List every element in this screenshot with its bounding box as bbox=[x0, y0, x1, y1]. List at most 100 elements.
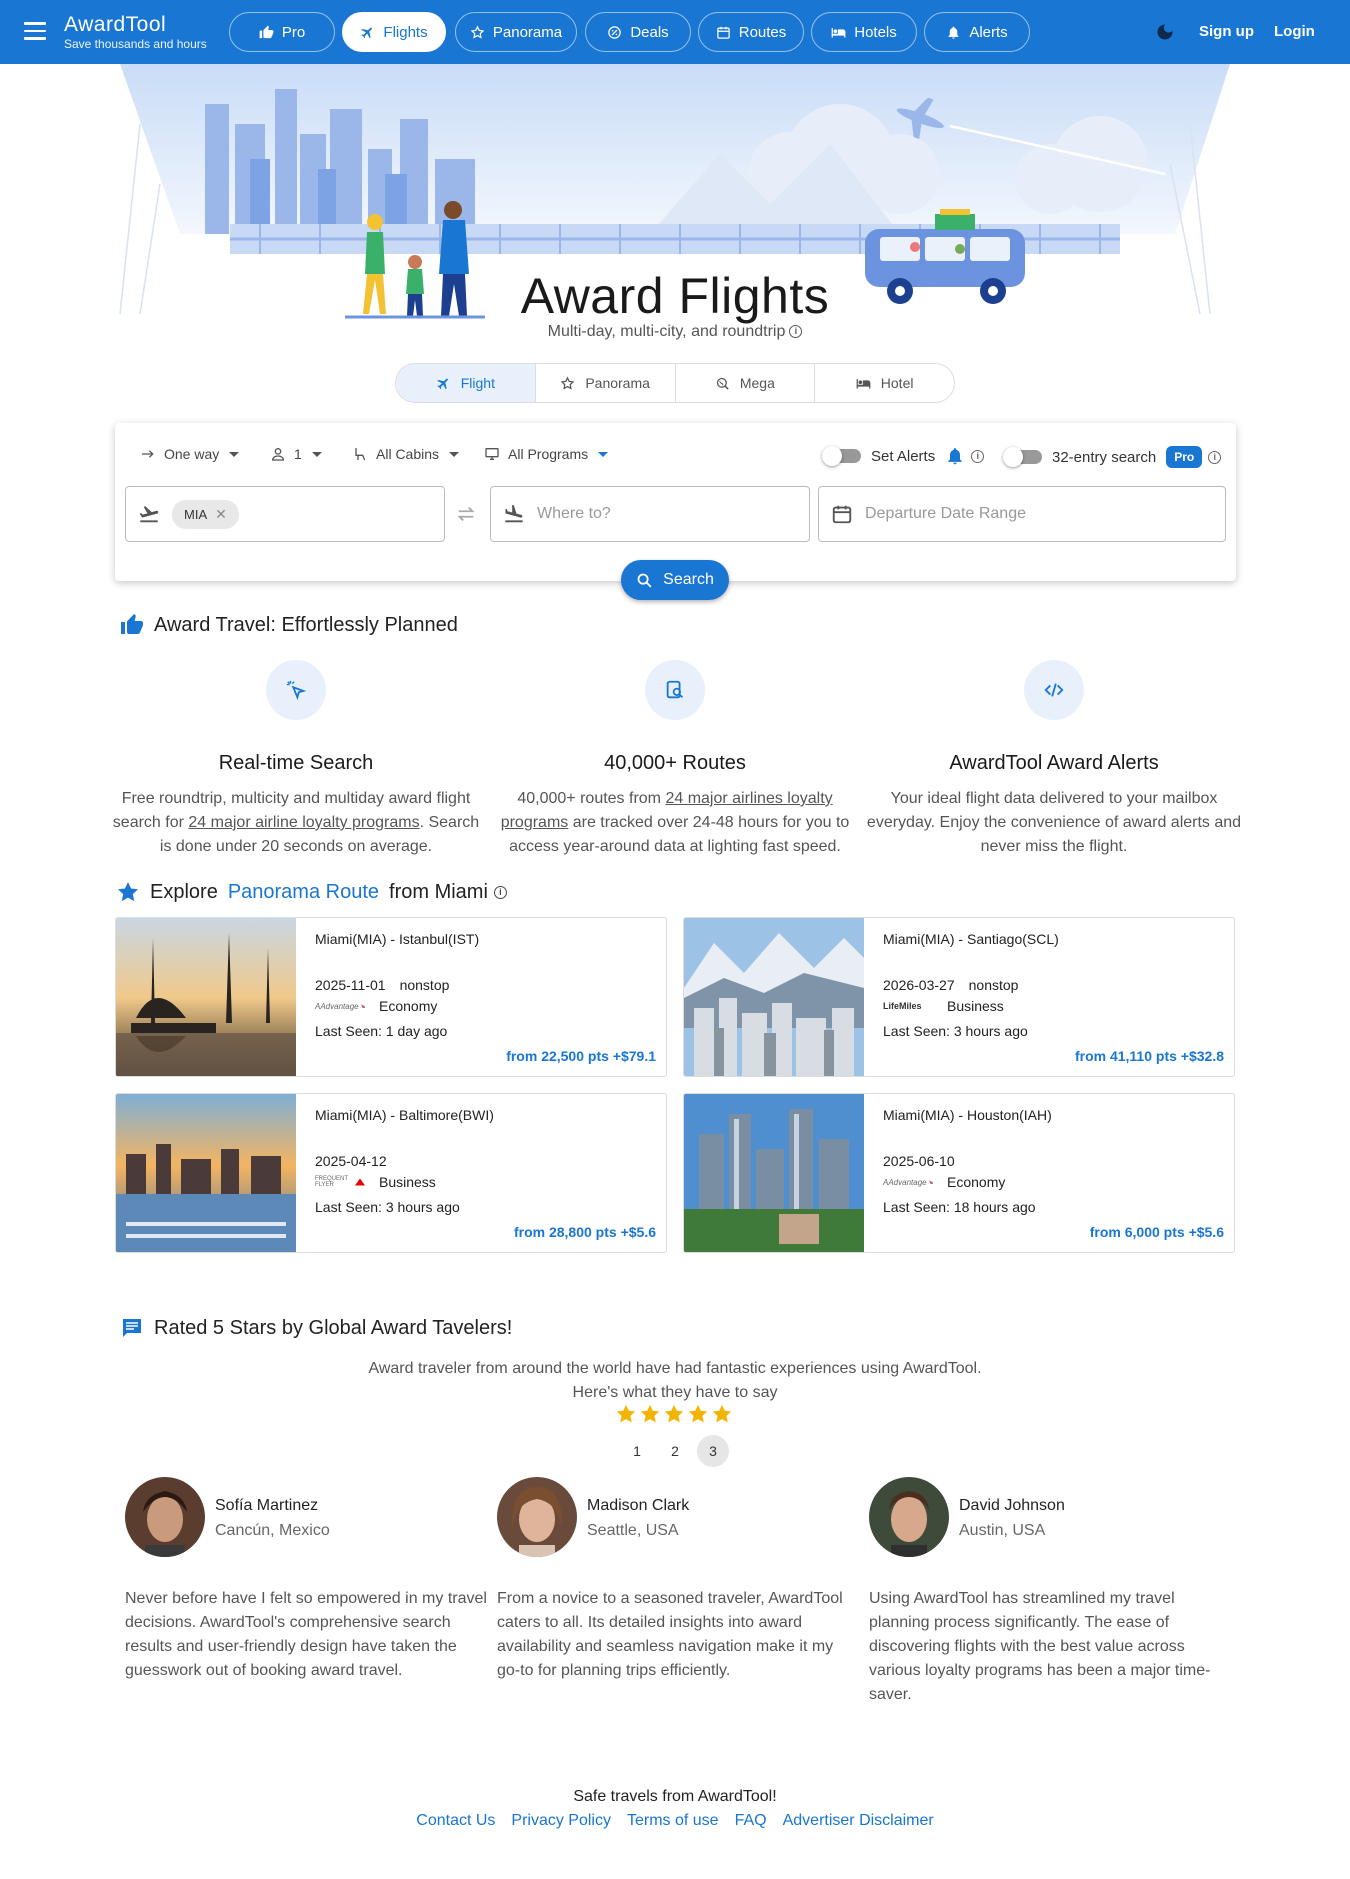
star-icon bbox=[664, 1404, 684, 1423]
star-icon bbox=[640, 1404, 660, 1423]
date-range-field[interactable]: Departure Date Range bbox=[818, 486, 1226, 542]
login-link[interactable]: Login bbox=[1274, 23, 1315, 40]
route-price: from 41,110 pts +$32.8 bbox=[1074, 1048, 1224, 1064]
review-text: From a novice to a seasoned traveler, Aw… bbox=[497, 1590, 843, 1679]
route-card[interactable]: Miami(MIA) - Baltimore(BWI) 2025-04-12 F… bbox=[115, 1093, 667, 1253]
tab-hotel-label: Hotel bbox=[880, 375, 914, 391]
footer-links: Contact Us Privacy Policy Terms of use F… bbox=[0, 1812, 1350, 1830]
features-heading-text: Award Travel: Effortlessly Planned bbox=[154, 613, 458, 636]
feature-text: Free roundtrip, multicity and multiday a… bbox=[106, 787, 486, 859]
origin-chip[interactable]: MIA ✕ bbox=[172, 499, 239, 529]
swap-icon[interactable] bbox=[455, 503, 477, 525]
programs-link[interactable]: 24 major airline loyalty programs bbox=[188, 814, 419, 831]
route-price: from 28,800 pts +$5.6 bbox=[513, 1224, 656, 1240]
route-card[interactable]: Miami(MIA) - Santiago(SCL) 2026-03-27 non… bbox=[683, 917, 1235, 1077]
close-icon[interactable]: ✕ bbox=[215, 506, 227, 523]
comment-icon bbox=[123, 1319, 141, 1337]
privacy-policy-link[interactable]: Privacy Policy bbox=[511, 1812, 611, 1830]
set-alerts-switch[interactable] bbox=[822, 446, 861, 466]
reviewer-name: David Johnson bbox=[959, 1497, 1065, 1514]
nav-routes-label: Routes bbox=[738, 23, 787, 41]
trip-type-select[interactable]: One way bbox=[140, 446, 240, 462]
program-select[interactable]: All Programs bbox=[484, 446, 609, 462]
search-mode-tabs: Flight Panorama Mega Hotel bbox=[395, 363, 955, 403]
entry-search-label: 32-entry search bbox=[1052, 448, 1157, 466]
person-icon bbox=[271, 448, 285, 461]
feature-title: AwardTool Award Alerts bbox=[949, 752, 1159, 774]
passenger-count: 1 bbox=[294, 446, 302, 462]
route-card[interactable]: Miami(MIA) - Istanbul(IST) 2025-11-01 non… bbox=[115, 917, 667, 1077]
destination-field[interactable]: Where to? bbox=[490, 486, 810, 542]
nav-flights-label: Flights bbox=[383, 23, 428, 41]
faq-link[interactable]: FAQ bbox=[735, 1812, 767, 1830]
advertiser-disclaimer-link[interactable]: Advertiser Disclaimer bbox=[783, 1812, 934, 1830]
route-date: 2025-04-12 bbox=[315, 1153, 387, 1169]
feature-title: Real-time Search bbox=[218, 752, 374, 774]
trip-type-value: One way bbox=[164, 446, 220, 462]
nav-alerts-label: Alerts bbox=[969, 23, 1008, 41]
search-button-label: Search bbox=[663, 571, 714, 588]
search-button[interactable]: Search bbox=[621, 560, 729, 600]
star-icon bbox=[118, 882, 138, 902]
tab-flight-label: Flight bbox=[460, 375, 495, 391]
houston-photo bbox=[684, 1094, 864, 1252]
signup-link[interactable]: Sign up bbox=[1199, 23, 1254, 40]
info-icon[interactable]: i bbox=[493, 885, 507, 899]
nav-panorama[interactable]: Panorama bbox=[455, 12, 577, 52]
aa-logo-icon bbox=[360, 1004, 365, 1008]
nav-alerts[interactable]: Alerts bbox=[924, 12, 1030, 52]
panorama-route-link[interactable]: Panorama Route bbox=[228, 881, 379, 904]
cursor-click-icon bbox=[286, 680, 307, 701]
menu-icon[interactable] bbox=[24, 22, 46, 42]
nav-deals[interactable]: Deals bbox=[585, 12, 691, 52]
chevron-down-icon bbox=[598, 451, 609, 457]
route-title: Miami(MIA) - Santiago(SCL) bbox=[883, 931, 1059, 947]
route-last-seen: Last Seen: 3 hours ago bbox=[315, 1199, 460, 1215]
reviews-heading-text: Rated 5 Stars by Global Award Tavelers! bbox=[154, 1316, 513, 1339]
terms-of-use-link[interactable]: Terms of use bbox=[627, 1812, 719, 1830]
route-card[interactable]: Miami(MIA) - Houston(IAH) 2025-06-10 AAd… bbox=[683, 1093, 1235, 1253]
bell-icon bbox=[948, 26, 959, 39]
discount-icon bbox=[608, 25, 622, 39]
feature-realtime-search: Real-time Search Free roundtrip, multici… bbox=[106, 660, 486, 859]
review-page-2[interactable]: 2 bbox=[659, 1435, 691, 1467]
star-icon bbox=[470, 24, 485, 39]
reviews-intro: Award traveler from around the world hav… bbox=[0, 1357, 1350, 1405]
bell-icon bbox=[948, 448, 962, 465]
star-rating bbox=[615, 1403, 733, 1425]
nav-pro[interactable]: Pro bbox=[229, 12, 335, 52]
info-icon[interactable]: i bbox=[971, 449, 985, 463]
feature-alerts: AwardTool Award Alerts Your ideal flight… bbox=[864, 660, 1244, 859]
tab-flight[interactable]: Flight bbox=[396, 364, 536, 402]
nav-routes[interactable]: Routes bbox=[698, 12, 804, 52]
route-cabin: Economy bbox=[947, 1174, 1006, 1190]
seat-icon bbox=[355, 448, 366, 461]
route-date: 2025-06-10 bbox=[883, 1153, 955, 1169]
route-cabin: Business bbox=[947, 998, 1004, 1014]
brand[interactable]: AwardTool Save thousands and hours bbox=[64, 13, 207, 51]
route-price: from 22,500 pts +$79.1 bbox=[506, 1048, 656, 1064]
origin-field[interactable]: MIA ✕ bbox=[125, 486, 445, 542]
entry-search-switch[interactable] bbox=[1003, 447, 1042, 467]
reviewer-location: Austin, USA bbox=[959, 1522, 1046, 1539]
route-date-value: 2025-06-10 bbox=[883, 1153, 955, 1169]
nav-hotels[interactable]: Hotels bbox=[811, 12, 917, 52]
reviews-heading: Rated 5 Stars by Global Award Tavelers! bbox=[120, 1316, 512, 1340]
tab-mega[interactable]: Mega bbox=[676, 364, 816, 402]
brand-name: AwardTool bbox=[64, 13, 167, 36]
dark-mode-icon[interactable] bbox=[1155, 22, 1175, 42]
nav-flights[interactable]: Flights bbox=[342, 12, 446, 52]
contact-us-link[interactable]: Contact Us bbox=[416, 1812, 495, 1830]
review-page-3[interactable]: 3 bbox=[697, 1435, 729, 1467]
route-stops: nonstop bbox=[968, 977, 1019, 993]
review-page-1[interactable]: 1 bbox=[621, 1435, 653, 1467]
info-icon[interactable]: i bbox=[1208, 450, 1222, 464]
info-icon[interactable]: i bbox=[789, 325, 803, 339]
cabin-select[interactable]: All Cabins bbox=[352, 446, 460, 462]
explore-suffix: from Miami bbox=[389, 880, 488, 903]
origin-chip-label: MIA bbox=[184, 506, 208, 522]
tab-hotel[interactable]: Hotel bbox=[815, 364, 954, 402]
route-date-value: 2026-03-27 bbox=[883, 977, 955, 993]
passenger-select[interactable]: 1 bbox=[270, 446, 322, 462]
tab-panorama[interactable]: Panorama bbox=[536, 364, 676, 402]
